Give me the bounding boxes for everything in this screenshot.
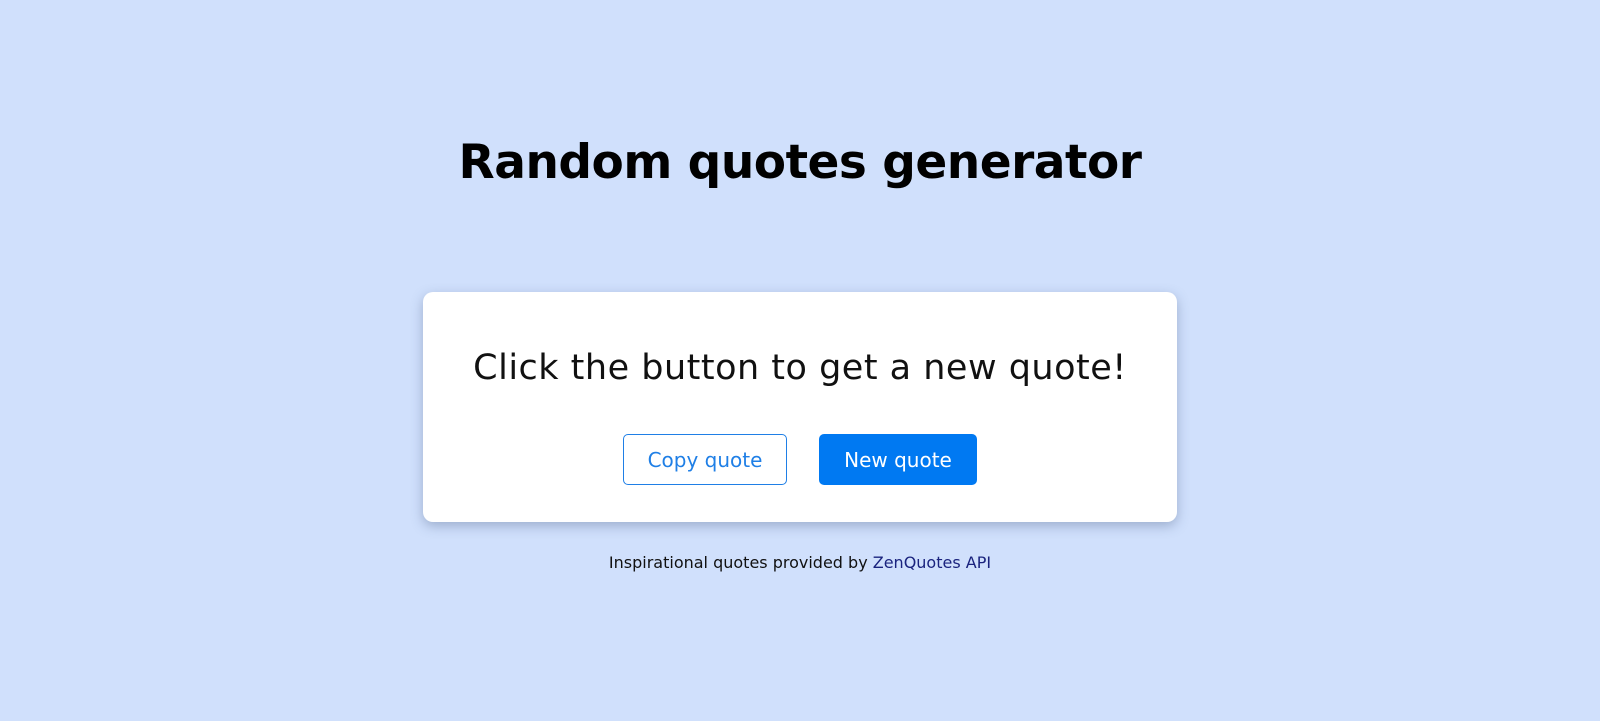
new-quote-button[interactable]: New quote	[819, 434, 977, 485]
page-title: Random quotes generator	[458, 135, 1142, 190]
quote-text: Click the button to get a new quote!	[473, 348, 1127, 388]
copy-quote-button[interactable]: Copy quote	[623, 434, 787, 485]
zenquotes-api-link[interactable]: ZenQuotes API	[873, 553, 991, 572]
attribution-text: Inspirational quotes provided by	[608, 553, 873, 572]
quote-card: Click the button to get a new quote! Cop…	[423, 292, 1177, 522]
attribution-footer: Inspirational quotes provided by ZenQuot…	[0, 553, 1600, 573]
